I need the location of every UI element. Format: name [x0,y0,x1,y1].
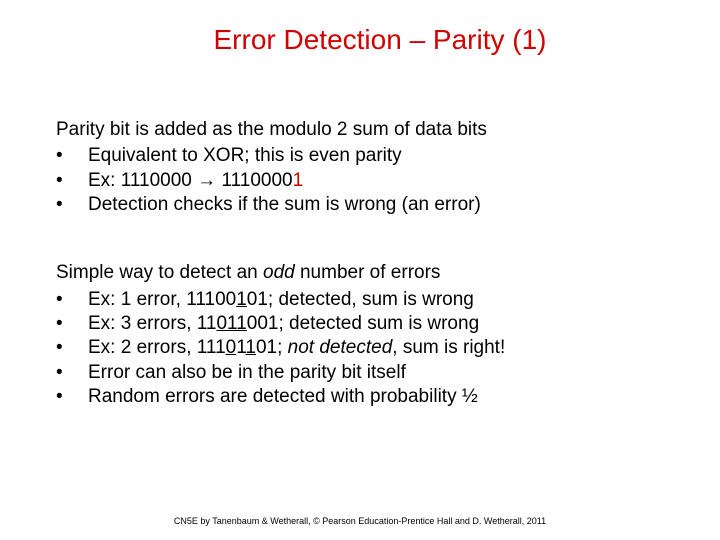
text: Ex: 1110000 [88,170,197,191]
list-item: • Ex: 1 error, 11100101; detected, sum i… [56,288,664,312]
list-item: • Ex: 1110000 → 11100001 [56,169,664,193]
list-item: • Ex: 3 errors, 11011001; detected sum i… [56,312,664,336]
text: , sum is right! [392,337,505,358]
text: 1 [236,337,245,358]
bullet-text: Random errors are detected with probabil… [88,385,478,409]
bullet-text: Ex: 2 errors, 11101101; not detected, su… [88,336,505,360]
emphasis-not-detected: not detected [288,337,393,358]
bullet-icon: • [56,288,88,312]
flipped-bit: 0 [226,337,237,358]
flipped-bit: 1 [236,289,247,310]
parity-bit-highlight: 1 [293,170,304,191]
text: Ex: 2 errors, 111 [88,337,226,358]
section2-intro: Simple way to detect an odd number of er… [56,261,664,285]
bullet-icon: • [56,144,88,168]
list-item: • Equivalent to XOR; this is even parity [56,144,664,168]
bullet-text: Equivalent to XOR; this is even parity [88,144,402,168]
bullet-text: Detection checks if the sum is wrong (an… [88,193,481,217]
bullet-text: Ex: 3 errors, 11011001; detected sum is … [88,312,479,336]
section-odd-errors: Simple way to detect an odd number of er… [56,261,664,409]
bullet-icon: • [56,361,88,385]
slide-title: Error Detection – Parity (1) [56,24,664,56]
section1-intro: Parity bit is added as the modulo 2 sum … [56,118,664,142]
section2-list: • Ex: 1 error, 11100101; detected, sum i… [56,288,664,410]
bullet-icon: • [56,169,88,193]
section-parity-intro: Parity bit is added as the modulo 2 sum … [56,118,664,217]
emphasis-odd: odd [263,262,295,283]
text: Ex: 3 errors, 11 [88,313,216,334]
list-item: • Ex: 2 errors, 11101101; not detected, … [56,336,664,360]
bullet-icon: • [56,312,88,336]
text: number of errors [295,262,441,283]
text: 01; [256,337,288,358]
list-item: • Error can also be in the parity bit it… [56,361,664,385]
slide-footer: CN5E by Tanenbaum & Wetherall, © Pearson… [0,516,720,526]
section1-list: • Equivalent to XOR; this is even parity… [56,144,664,217]
bullet-icon: • [56,193,88,217]
flipped-bits: 011 [216,313,246,334]
list-item: • Random errors are detected with probab… [56,385,664,409]
bullet-icon: • [56,336,88,360]
text: 001; detected sum is wrong [247,313,479,334]
text: Ex: 1 error, 11100 [88,289,236,310]
bullet-text: Ex: 1110000 → 11100001 [88,169,303,193]
arrow-icon: → [197,170,216,191]
slide: Error Detection – Parity (1) Parity bit … [0,0,720,409]
list-item: • Detection checks if the sum is wrong (… [56,193,664,217]
bullet-text: Error can also be in the parity bit itse… [88,361,406,385]
flipped-bit: 1 [245,337,256,358]
text: 01; detected, sum is wrong [247,289,474,310]
text: 1110000 [216,170,292,191]
text: Simple way to detect an [56,262,263,283]
bullet-icon: • [56,385,88,409]
bullet-text: Ex: 1 error, 11100101; detected, sum is … [88,288,474,312]
